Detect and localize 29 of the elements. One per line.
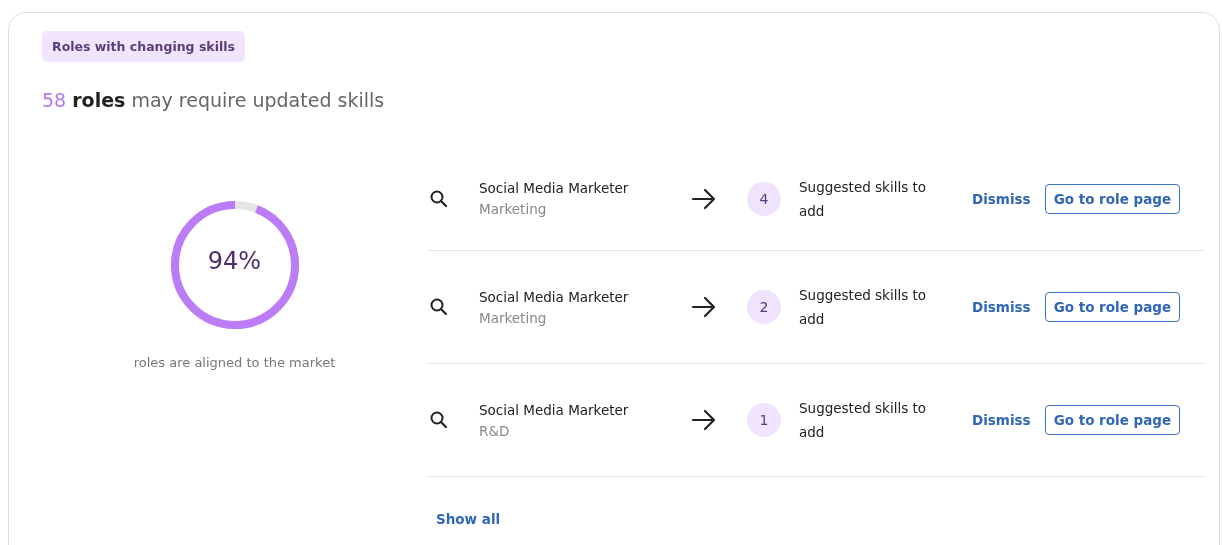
- arrow-right-icon: [691, 187, 717, 210]
- search-icon[interactable]: [429, 297, 449, 317]
- count-badge: 2: [747, 290, 781, 324]
- percentage-value: 94%: [206, 247, 263, 275]
- dismiss-link[interactable]: Dismiss: [972, 190, 1031, 207]
- count-badge: 4: [747, 181, 781, 216]
- search-icon[interactable]: [429, 188, 449, 209]
- go-to-role-button[interactable]: Go to role page: [1044, 292, 1181, 322]
- arrow-right-icon: [691, 409, 717, 431]
- role-title: Social Media Marketer: [479, 288, 630, 305]
- go-to-role-button[interactable]: Go to role page: [1044, 183, 1181, 214]
- search-icon[interactable]: [429, 410, 449, 430]
- dismiss-link[interactable]: Dismiss: [972, 299, 1031, 315]
- suggestion-text: Suggested skills to add: [799, 399, 928, 442]
- department-label: Marketing: [479, 309, 548, 326]
- dismiss-link[interactable]: Dismiss: [972, 412, 1031, 428]
- section-tag: Roles with changing skills: [42, 31, 245, 62]
- role-title: Social Media Marketer: [479, 180, 630, 196]
- department-label: Marketing: [479, 201, 548, 217]
- arrow-right-icon: [691, 296, 717, 318]
- donut-caption: roles are aligned to the market: [133, 355, 336, 370]
- suggestion-text: Suggested skills to add: [799, 286, 928, 329]
- show-all-link[interactable]: Show all: [436, 511, 501, 527]
- suggestion-text: Suggested skills to add: [799, 177, 928, 221]
- headline: 58 roles may require updated skills: [42, 89, 385, 111]
- go-to-role-button[interactable]: Go to role page: [1044, 405, 1181, 435]
- count-badge: 1: [747, 403, 781, 437]
- department-label: R&D: [479, 422, 511, 439]
- role-title: Social Media Marketer: [479, 401, 630, 418]
